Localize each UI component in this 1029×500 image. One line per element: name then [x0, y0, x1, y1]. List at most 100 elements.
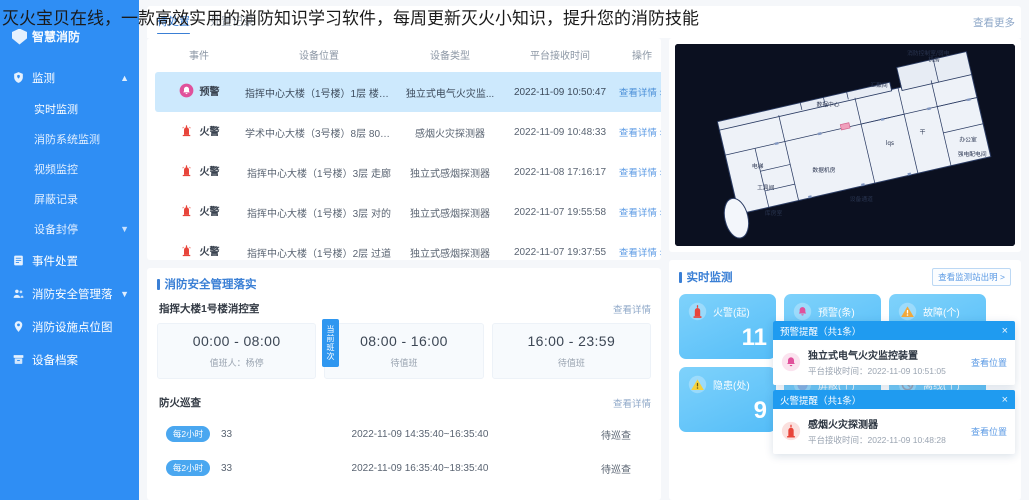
table-row[interactable]: 火警 指挥中心大楼（1号楼）3层 对的 独立式感烟探测器 2022-11-07 …: [155, 192, 661, 232]
event-table: 事件 设备位置 设备类型 平台接收时间 操作: [155, 38, 661, 260]
sidebar-item-label: 事件处置: [32, 253, 129, 269]
content-columns: 事件 设备位置 设备类型 平台接收时间 操作: [147, 38, 1021, 500]
stat-label: 预警(条): [818, 304, 855, 319]
title-accent-bar: [157, 279, 160, 290]
duty-view-detail-link[interactable]: 查看详情: [613, 302, 651, 316]
table-header-row: 事件 设备位置 设备类型 平台接收时间 操作: [155, 38, 661, 72]
safety-management-card: 消防安全管理落实 指挥大楼1号楼消控室 查看详情 00:00 - 08:00 值…: [147, 268, 661, 500]
toast-body: 独立式电气火灾监控装置 平台接收时间：2022-11-09 10:51:05 查…: [773, 340, 1015, 385]
floor-plan-card[interactable]: 消防控制室/弱电 机房 汇聚间 数据中心 lqs 干 办公室 强电配电间 电梯 …: [669, 38, 1021, 252]
application-window: 智慧消防 监测 ▲ 实时监测 消防系统监测 视频监控: [0, 0, 1029, 500]
toast-body: 感烟火灾探测器 平台接收时间：2022-11-09 10:48:28 查看位置: [773, 409, 1015, 454]
view-location-link[interactable]: 查看位置: [971, 425, 1007, 438]
cell-event: 预警: [155, 72, 243, 112]
toast-header: 火警提醒（共1条） ×: [773, 390, 1015, 409]
shift-card[interactable]: 08:00 - 16:00 待值班: [324, 323, 483, 379]
sidebar-item-label: 设备档案: [32, 352, 129, 368]
frequency-badge: 每2小时: [166, 426, 210, 442]
toast-title: 预警提醒（共1条）: [780, 324, 861, 338]
view-detail-link[interactable]: 查看详情 >: [619, 88, 661, 99]
close-icon[interactable]: ×: [1002, 325, 1008, 337]
shift-time: 08:00 - 16:00: [329, 333, 478, 349]
event-label: 火警: [200, 243, 220, 258]
sidebar-item-label: 实时监测: [34, 101, 129, 117]
people-icon: [12, 287, 25, 300]
stat-label: 火警(起): [713, 304, 750, 319]
table-row[interactable]: 火警 学术中心大楼（3号楼）8层 808室 感烟火灾探测器 2022-11-09…: [155, 112, 661, 152]
patrol-view-detail-link[interactable]: 查看详情: [613, 396, 651, 410]
stat-label: 隐患(处): [713, 377, 750, 392]
tab-pending[interactable]: 待处置: [157, 6, 190, 38]
toast-title: 火警提醒（共1条）: [780, 393, 861, 407]
cell-event: 火警: [155, 192, 243, 232]
sidebar-submenu-monitoring: 实时监测 消防系统监测 视频监控 屏蔽记录 设备封停 ▼: [0, 94, 139, 244]
cell-action: 查看详情 >: [615, 232, 661, 260]
sidebar-item-facility-map[interactable]: 消防设施点位图: [0, 310, 139, 343]
sidebar-item-device-lockout[interactable]: 设备封停 ▼: [22, 214, 139, 244]
safety-section-title: 消防安全管理落实: [157, 276, 651, 292]
sidebar: 智慧消防 监测 ▲ 实时监测 消防系统监测 视频监控: [0, 0, 139, 500]
warning-bell-icon: [793, 302, 812, 321]
cell-time-range: 2022-11-09 14:35:40~16:35:40: [259, 417, 581, 451]
duty-room-name: 指挥大楼1号楼消控室: [159, 301, 259, 316]
shift-card[interactable]: 16:00 - 23:59 待值班: [492, 323, 651, 379]
cell-action: 查看详情 >: [615, 152, 661, 192]
patrol-name: 防火巡查: [159, 395, 201, 410]
column-header-location: 设备位置: [243, 38, 395, 72]
realtime-monitoring-card: 实时监测 查看监测站出明 >: [669, 260, 1021, 500]
view-detail-link[interactable]: 查看详情 >: [619, 168, 661, 179]
sidebar-item-fire-system-monitoring[interactable]: 消防系统监测: [22, 124, 139, 154]
stat-card-fire-alarm[interactable]: 火警(起) 11: [679, 294, 776, 359]
sidebar-item-safety-management[interactable]: 消防安全管理落实 ▼: [0, 277, 139, 310]
table-row[interactable]: 每2小时 33 2022-11-09 14:35:40~16:35:40 待巡查: [157, 417, 651, 451]
close-icon[interactable]: ×: [1002, 394, 1008, 406]
warning-toast[interactable]: 预警提醒（共1条） × 独立式电气火灾监控装置 平台接收时间：2: [773, 321, 1015, 385]
tab-history[interactable]: 处置记录: [210, 6, 254, 38]
sidebar-item-label: 设备封停: [34, 221, 113, 237]
view-monitoring-description-button[interactable]: 查看监测站出明 >: [932, 268, 1011, 286]
view-detail-link[interactable]: 查看详情 >: [619, 128, 661, 139]
sidebar-menu: 监测 ▲ 实时监测 消防系统监测 视频监控 屏蔽记录 设备封停 ▼: [0, 61, 139, 376]
sidebar-item-device-archive[interactable]: 设备档案: [0, 343, 139, 376]
sidebar-item-event-handling[interactable]: 事件处置: [0, 244, 139, 277]
cell-location: 指挥中心大楼（1号楼）1层 楼梯口: [243, 72, 395, 112]
toast-text: 感烟火灾探测器 平台接收时间：2022-11-09 10:48:28: [808, 416, 964, 446]
table-row[interactable]: 预警 指挥中心大楼（1号楼）1层 楼梯口 独立式电气火灾监... 2022-11…: [155, 72, 661, 112]
sidebar-item-monitoring[interactable]: 监测 ▲: [0, 61, 139, 94]
table-row[interactable]: 火警 指挥中心大楼（1号楼）2层 过道 独立式感烟探测器 2022-11-07 …: [155, 232, 661, 260]
cell-receive-time: 2022-11-07 19:37:55: [505, 232, 615, 260]
main-content: 待处置 处置记录 查看更多 事件 设备位置: [139, 0, 1029, 500]
view-location-link[interactable]: 查看位置: [971, 356, 1007, 369]
stat-value: 9: [688, 399, 767, 423]
sidebar-item-video-surveillance[interactable]: 视频监控: [22, 154, 139, 184]
cell-count: 33: [219, 451, 259, 485]
duty-room-header: 指挥大楼1号楼消控室 查看详情: [159, 301, 651, 316]
realtime-header: 实时监测 查看监测站出明 >: [679, 268, 1011, 286]
table-row[interactable]: 每2小时 33 2022-11-09 16:35:40~18:35:40 待巡查: [157, 451, 651, 485]
fault-icon: [898, 302, 917, 321]
table-row[interactable]: 火警 指挥中心大楼（1号楼）3层 走廊 独立式感烟探测器 2022-11-08 …: [155, 152, 661, 192]
chevron-down-icon: ▼: [120, 224, 129, 234]
floor-plan-viewport[interactable]: 消防控制室/弱电 机房 汇聚间 数据中心 lqs 干 办公室 强电配电间 电梯 …: [675, 44, 1015, 246]
stat-label: 故障(个): [923, 304, 960, 319]
sidebar-item-label: 消防安全管理落实: [32, 286, 113, 302]
sidebar-item-realtime-monitoring[interactable]: 实时监测: [22, 94, 139, 124]
shield-icon: [12, 29, 27, 45]
sidebar-item-shield-records[interactable]: 屏蔽记录: [22, 184, 139, 214]
clipboard-icon: [12, 254, 25, 267]
title-accent-bar: [679, 272, 682, 283]
fire-alarm-toast[interactable]: 火警提醒（共1条） × 感烟火灾探测器: [773, 390, 1015, 454]
fire-alarm-icon: [179, 123, 194, 138]
stat-card-hazard[interactable]: 隐患(处) 9: [679, 367, 776, 432]
shift-status: 待值班: [497, 356, 646, 369]
view-detail-link[interactable]: 查看详情 >: [619, 208, 661, 219]
column-header-receive-time: 平台接收时间: [505, 38, 615, 72]
sidebar-item-label: 消防设施点位图: [32, 319, 129, 335]
cell-frequency: 每2小时: [157, 451, 219, 485]
view-detail-link[interactable]: 查看详情 >: [619, 248, 661, 259]
toast-device-name: 独立式电气火灾监控装置: [808, 347, 964, 362]
top-tabbar: 待处置 处置记录 查看更多: [147, 6, 1021, 38]
view-more-link[interactable]: 查看更多: [973, 15, 1015, 30]
sidebar-item-label: 监测: [32, 70, 113, 86]
shift-card[interactable]: 00:00 - 08:00 值班人：杨停: [157, 323, 316, 379]
